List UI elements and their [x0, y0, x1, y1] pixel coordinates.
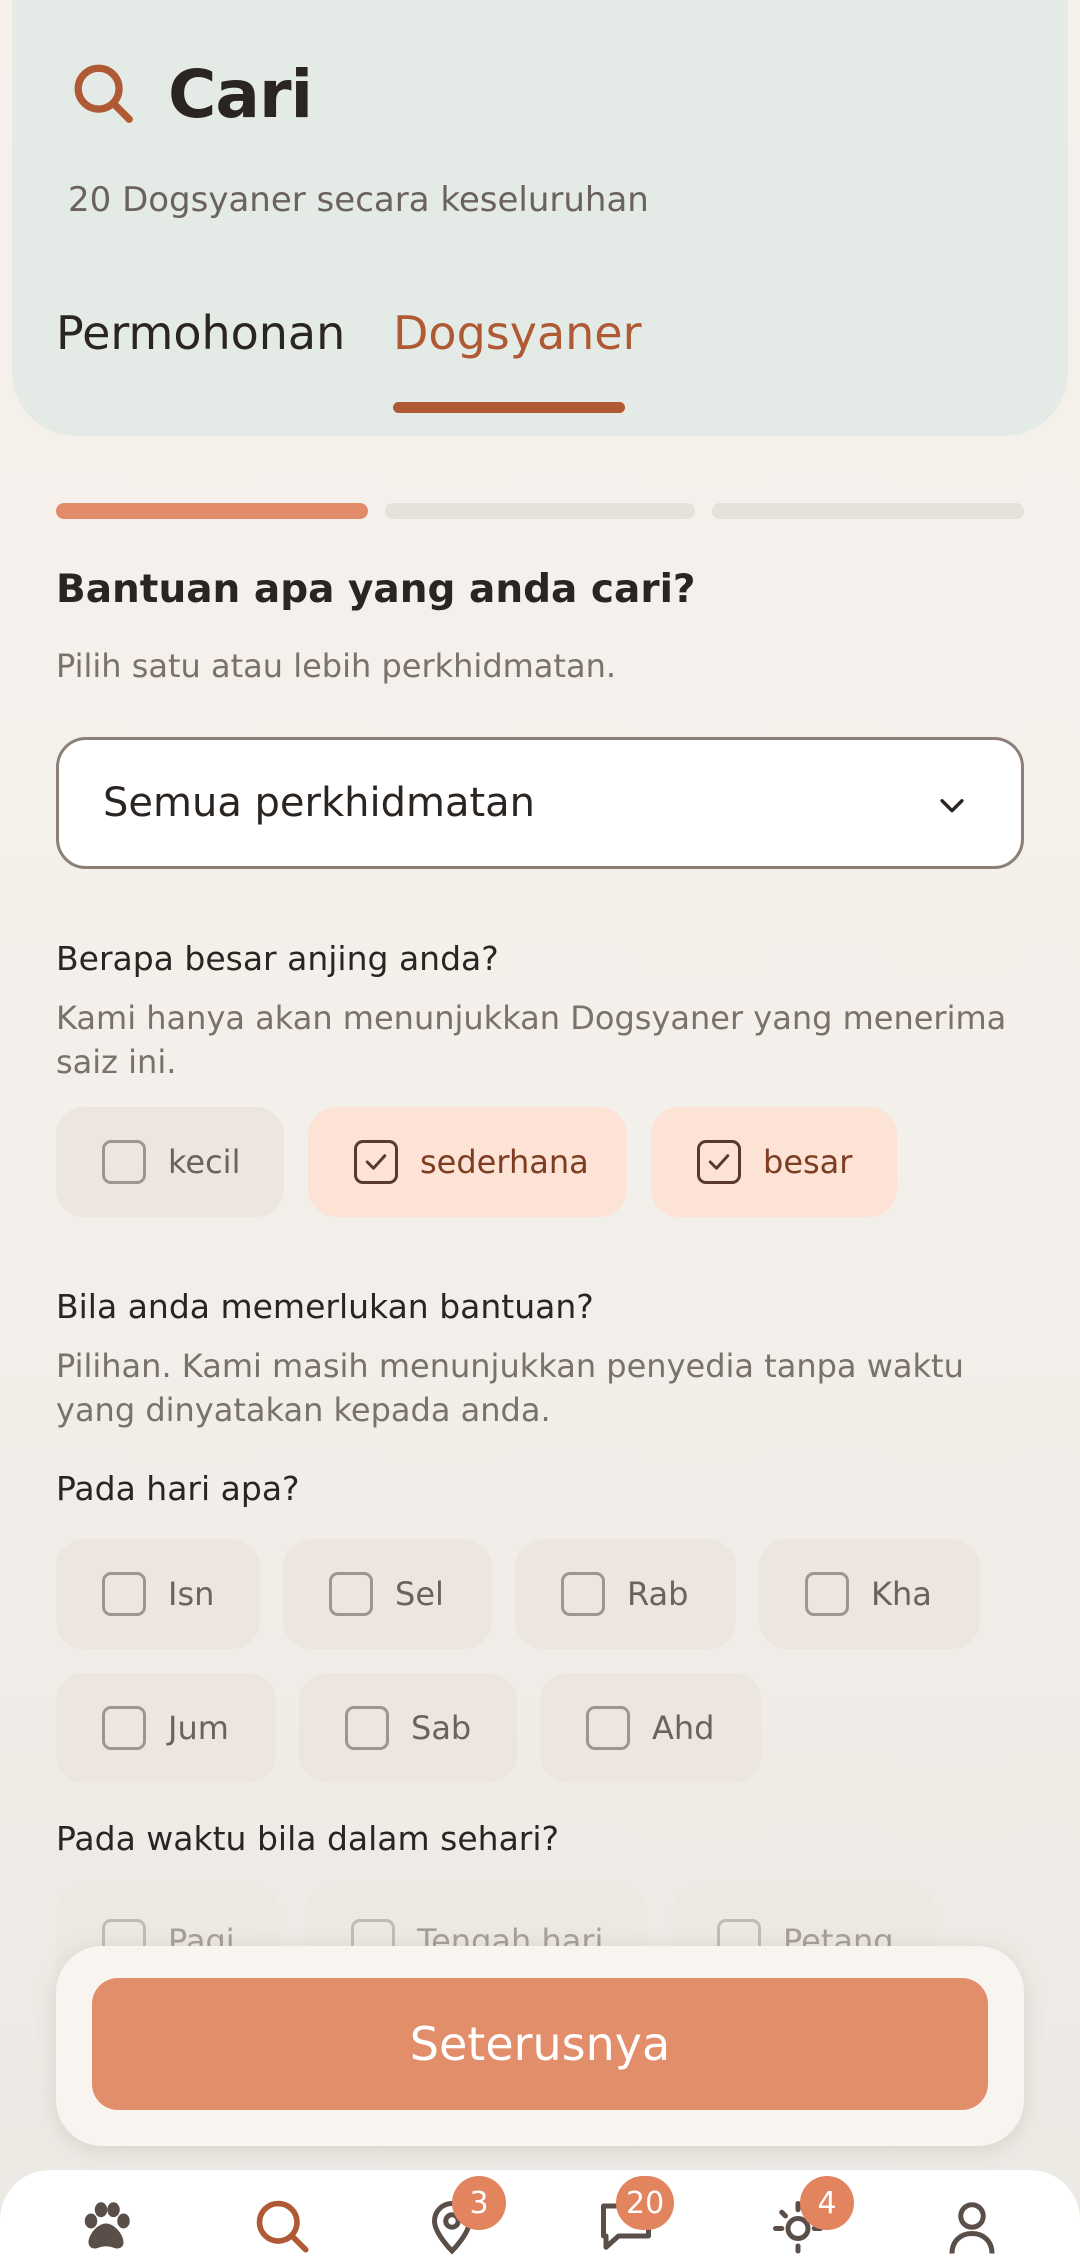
checkbox	[102, 1706, 146, 1750]
size-option-besar[interactable]: besar	[651, 1107, 897, 1217]
day-option-label: Kha	[871, 1575, 932, 1613]
messages-badge: 20	[616, 2176, 675, 2230]
when-question: Bila anda memerlukan bantuan?	[56, 1287, 594, 1326]
time-question: Pada waktu bila dalam sehari?	[56, 1819, 560, 1858]
checkbox	[102, 1572, 146, 1616]
checkbox-checked	[354, 1140, 398, 1184]
bottom-nav: 3 20 4	[0, 2170, 1080, 2268]
search-icon	[68, 58, 138, 132]
page-title: Cari	[168, 56, 313, 133]
day-option-label: Rab	[627, 1575, 689, 1613]
checkbox	[102, 1140, 146, 1184]
chevron-down-icon	[940, 799, 964, 813]
nav-item-search[interactable]	[252, 2196, 316, 2260]
day-option-rab[interactable]: Rab	[515, 1539, 736, 1649]
next-button[interactable]: Seterusnya	[92, 1978, 988, 2110]
day-option-sel[interactable]: Sel	[283, 1539, 492, 1649]
services-dropdown[interactable]: Semua perkhidmatan	[56, 737, 1024, 869]
day-option-label: Sab	[411, 1709, 472, 1747]
dog-size-hint: Kami hanya akan menunjukkan Dogsyaner ya…	[56, 999, 1007, 1081]
check-icon	[708, 1154, 730, 1170]
progress-step-2	[385, 503, 695, 519]
day-option-sab[interactable]: Sab	[299, 1673, 517, 1783]
tab-dogsyaner[interactable]: Dogsyaner	[393, 306, 642, 360]
progress-step-3	[712, 503, 1024, 519]
activity-badge: 4	[800, 2176, 854, 2230]
dog-size-question: Berapa besar anjing anda?	[56, 939, 499, 978]
services-question: Bantuan apa yang anda cari?	[56, 567, 696, 612]
checkbox	[345, 1706, 389, 1750]
profile-icon	[949, 2202, 995, 2254]
day-option-label: Isn	[168, 1575, 215, 1613]
progress-step-1	[56, 503, 368, 519]
day-option-ahd[interactable]: Ahd	[540, 1673, 762, 1783]
map-badge: 3	[452, 2176, 506, 2230]
active-tab-indicator	[393, 402, 625, 413]
checkbox	[329, 1572, 373, 1616]
checkbox	[586, 1706, 630, 1750]
day-option-label: Ahd	[652, 1709, 715, 1747]
day-option-kha[interactable]: Kha	[759, 1539, 980, 1649]
tab-permohonan[interactable]: Permohonan	[56, 306, 345, 360]
nav-item-activity[interactable]: 4	[768, 2176, 854, 2260]
checkbox-checked	[697, 1140, 741, 1184]
cta-panel: Seterusnya	[56, 1946, 1024, 2146]
services-selected-value: Semua perkhidmatan	[103, 780, 536, 826]
nav-item-map[interactable]: 3	[422, 2176, 506, 2260]
size-option-sederhana[interactable]: sederhana	[308, 1107, 627, 1217]
header-panel: Cari 20 Dogsyaner secara keseluruhan	[12, 0, 1068, 436]
when-hint: Pilihan. Kami masih menunjukkan penyedia…	[56, 1347, 964, 1429]
day-option-isn[interactable]: Isn	[56, 1539, 260, 1649]
size-option-label: kecil	[168, 1143, 241, 1181]
result-count: 20 Dogsyaner secara keseluruhan	[68, 180, 649, 220]
search-icon	[256, 2200, 309, 2253]
nav-item-messages[interactable]: 20	[596, 2176, 675, 2260]
day-option-label: Jum	[168, 1709, 229, 1747]
nav-item-home[interactable]	[76, 2196, 140, 2260]
check-icon	[365, 1154, 387, 1170]
size-option-kecil[interactable]: kecil	[56, 1107, 284, 1217]
size-option-label: besar	[763, 1143, 853, 1181]
checkbox	[805, 1572, 849, 1616]
day-option-label: Sel	[395, 1575, 444, 1613]
nav-item-profile[interactable]	[942, 2196, 1006, 2260]
checkbox	[561, 1572, 605, 1616]
size-option-label: sederhana	[420, 1143, 589, 1181]
days-question: Pada hari apa?	[56, 1469, 300, 1508]
paw-icon	[84, 2202, 130, 2249]
day-option-jum[interactable]: Jum	[56, 1673, 276, 1783]
title-row: Cari	[68, 56, 313, 133]
services-hint: Pilih satu atau lebih perkhidmatan.	[56, 647, 617, 685]
